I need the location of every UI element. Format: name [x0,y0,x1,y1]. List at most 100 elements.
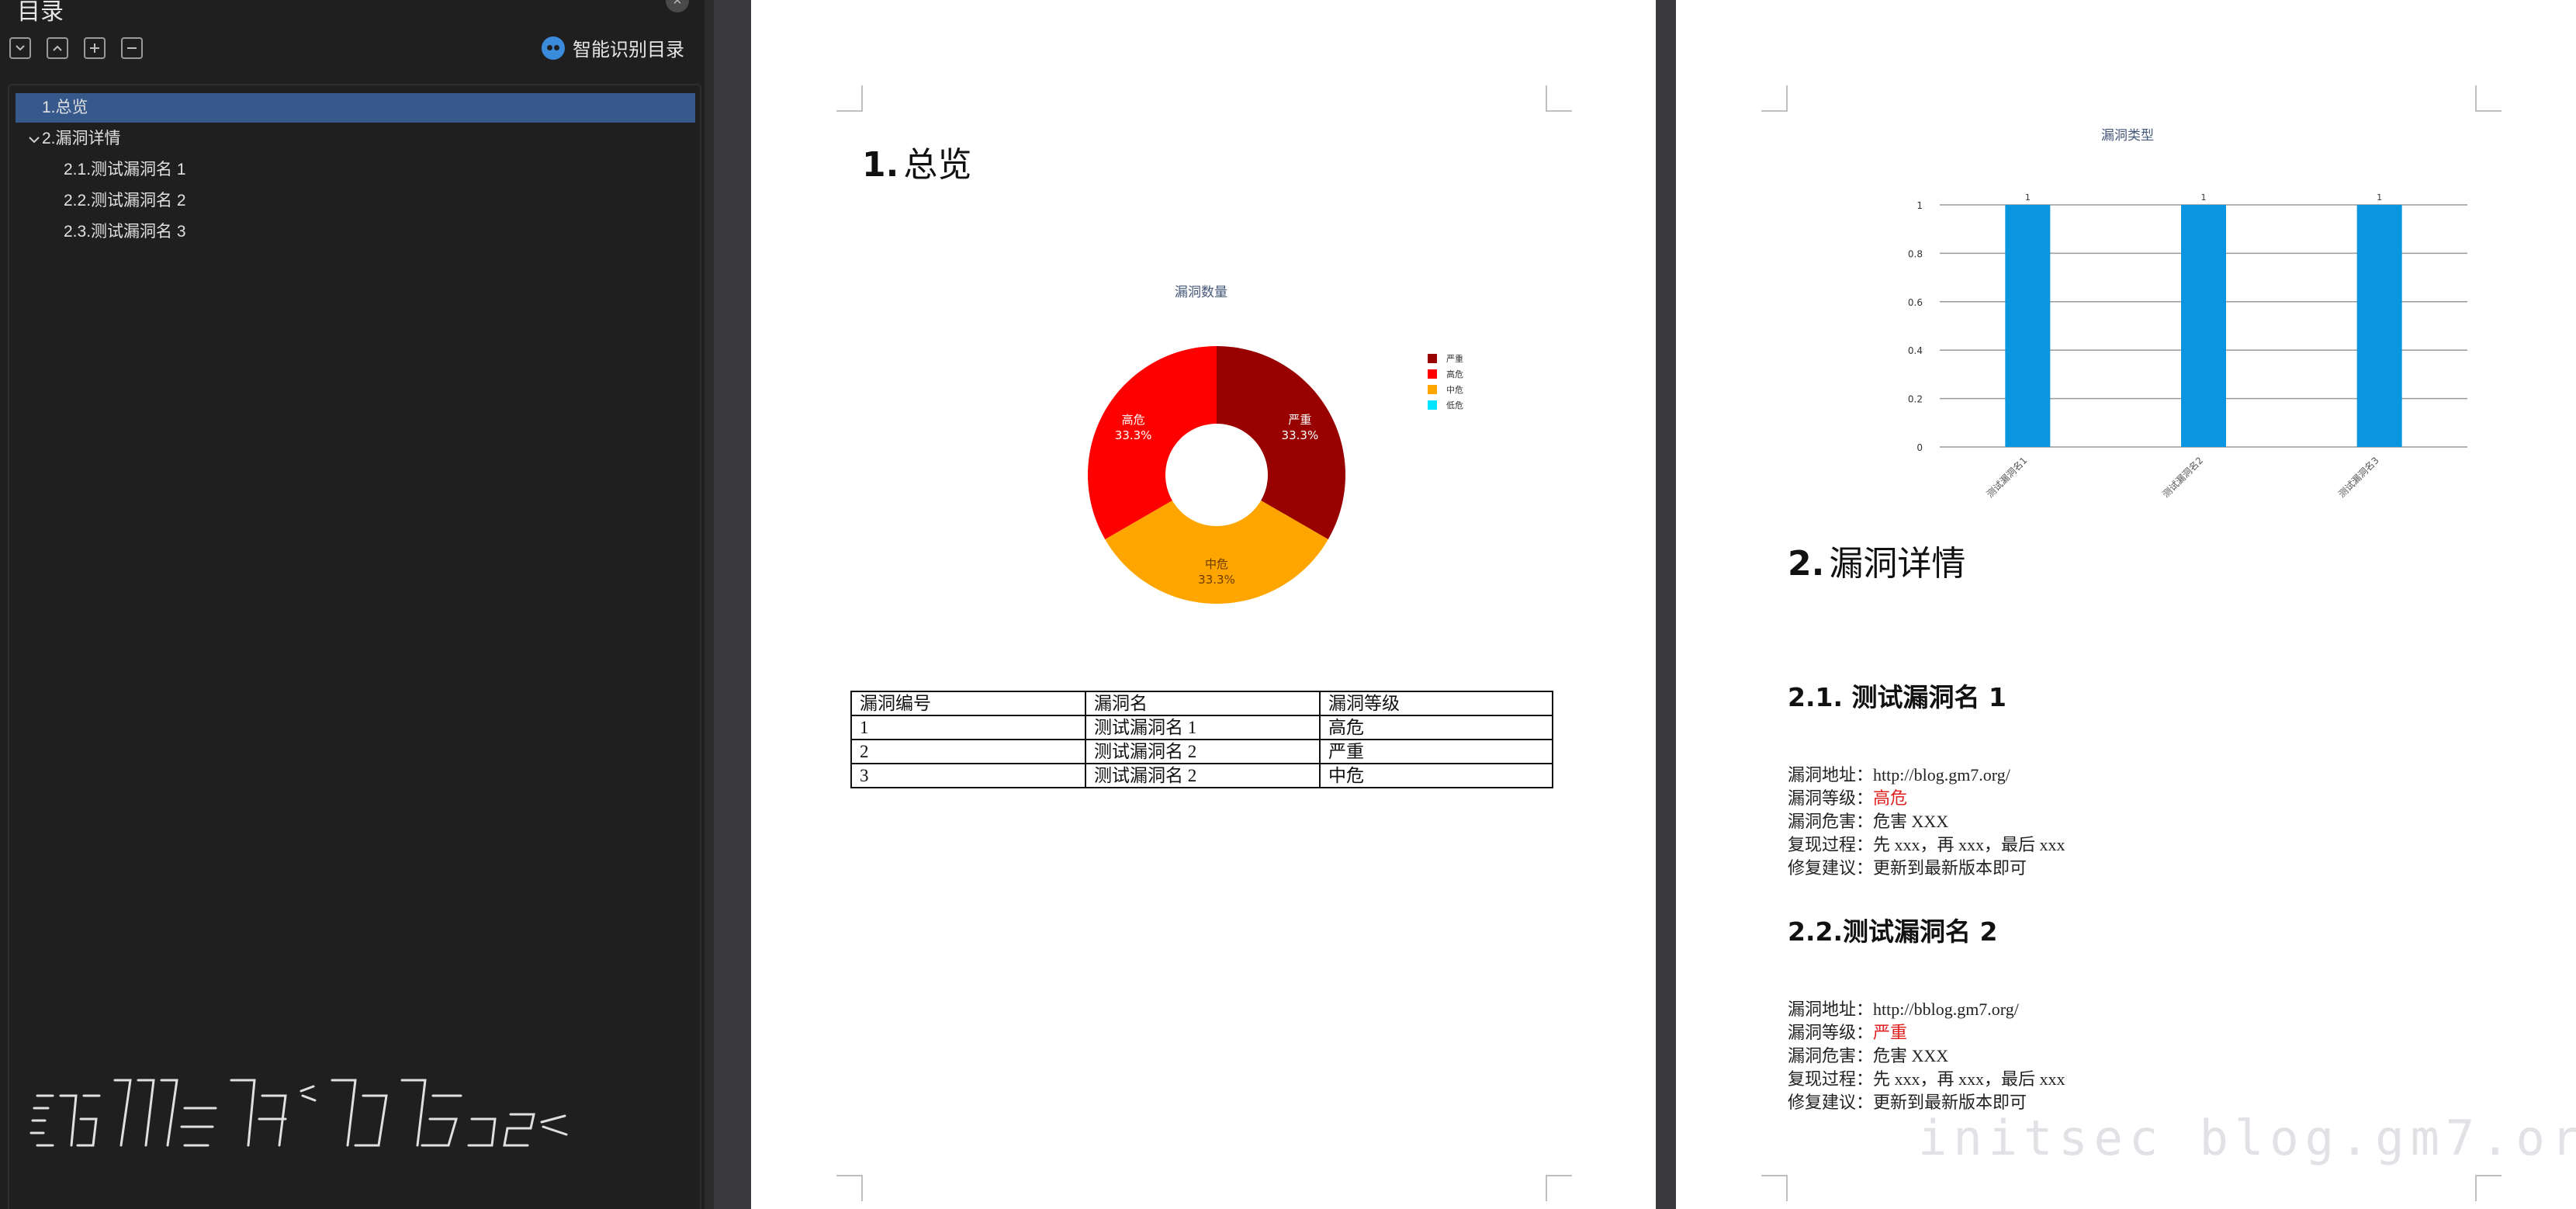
detail-label: 复现过程： [1788,835,1874,854]
detail-row-harm: 漏洞危害：危害 XXX [1788,1044,2065,1068]
detail-value: 危害 XXX [1873,812,1949,831]
table-header-cell: 漏洞编号 [850,691,1086,716]
table-header-cell: 漏洞名 [1085,691,1321,716]
bar [2181,205,2226,447]
table-row: 1 测试漏洞名 1 高危 [850,715,1553,740]
y-tick-label: 0.2 [1908,394,1923,405]
smart-toc-button[interactable]: 智能识别目录 [542,34,684,61]
toc-item-vuln-2[interactable]: 2.2.测试漏洞名 2 [16,186,695,216]
detail-row-level: 漏洞等级：高危 [1788,787,2065,810]
detail-row-level: 漏洞等级：严重 [1788,1021,2065,1044]
sidebar-title: 目录 [17,0,64,25]
chevron-down-icon[interactable] [26,132,42,147]
x-tick-label: 测试漏洞名1 [1984,455,2029,500]
vuln-url-link[interactable]: http://blog.gm7.org/ [1873,765,2010,785]
crop-mark [1761,1175,1788,1201]
toc-item-overview[interactable]: 1.总览 [16,93,695,123]
legend-item-medium[interactable]: 中危 [1428,382,1463,397]
legend-label: 低危 [1446,401,1463,411]
section-heading-details: 2. 漏洞详情 [1788,535,1965,585]
y-tick-label: 0.8 [1908,248,1923,259]
pie-chart: 严重 33.3% 中危 33.3% 高危 33.3% [1088,346,1345,604]
bar [2356,205,2402,447]
x-tick-label: 测试漏洞名2 [2160,455,2205,500]
detail-value: 先 xxx，再 xxx，最后 xxx [1873,835,2065,854]
page-heading-overview: 1. 总览 [862,137,971,186]
table-cell: 高危 [1319,715,1553,740]
detail-label: 修复建议： [1788,1093,1874,1112]
minus-icon[interactable] [121,37,143,59]
legend-swatch [1428,385,1437,394]
subheading-vuln-2: 2.2.测试漏洞名 2 [1788,916,1998,947]
detail-value: 危害 XXX [1873,1046,1949,1065]
sidebar-toolbar [9,37,143,59]
detail-row-repro: 复现过程：先 xxx，再 xxx，最后 xxx [1788,1068,2065,1091]
table-header-row: 漏洞编号 漏洞名 漏洞等级 [850,691,1553,716]
pie-value-medium: 33.3% [1198,573,1235,587]
vulnerability-table: 漏洞编号 漏洞名 漏洞等级 1 测试漏洞名 1 高危 2 测试漏洞名 2 严重 … [850,691,1553,788]
ascii-art-logo [29,1079,568,1147]
toc-item-label: 1.总览 [42,99,88,116]
detail-row-harm: 漏洞危害：危害 XXX [1788,810,2065,833]
legend-item-critical[interactable]: 严重 [1428,351,1463,366]
watermark: initsec blog.gm7.org [1918,1110,2576,1166]
legend-label: 严重 [1446,355,1463,364]
detail-label: 漏洞地址： [1788,765,1874,785]
bar-data-label: 1 [2025,192,2031,203]
legend-item-high[interactable]: 高危 [1428,366,1463,382]
detail-label: 漏洞危害： [1788,1046,1874,1065]
collapse-all-icon[interactable] [9,37,31,59]
plus-icon[interactable] [84,37,106,59]
pie-slice-critical [1217,346,1345,539]
table-row: 2 测试漏洞名 2 严重 [850,739,1553,764]
smart-toc-label: 智能识别目录 [573,40,684,61]
legend-swatch [1428,369,1437,379]
detail-label: 修复建议： [1788,858,1874,878]
toc-item-details[interactable]: 2.漏洞详情 [16,124,695,154]
legend-label: 中危 [1446,386,1463,395]
heading-text: 总览 [903,145,972,185]
heading-text: 漏洞详情 [1829,544,1966,584]
crop-mark [2475,1175,2502,1201]
table-row: 3 测试漏洞名 2 中危 [850,763,1553,788]
pie-value-high: 33.3% [1115,428,1152,442]
expand-all-icon[interactable] [47,37,68,59]
detail-value: 先 xxx，再 xxx，最后 xxx [1873,1069,2065,1089]
y-tick-label: 0.4 [1908,345,1923,356]
severity-value: 严重 [1873,1023,1908,1042]
bar [2005,205,2051,447]
sidebar-divider[interactable] [705,0,714,1209]
table-cell: 中危 [1319,763,1553,788]
vuln-url-link[interactable]: http://bblog.gm7.org/ [1873,999,2019,1019]
toc-item-label: 2.漏洞详情 [42,130,121,147]
close-icon[interactable]: × [666,0,689,12]
crop-mark [836,85,863,112]
table-cell: 测试漏洞名 2 [1085,763,1321,788]
vuln-2-details: 漏洞地址：http://bblog.gm7.org/ 漏洞等级：严重 漏洞危害：… [1788,998,2065,1114]
crop-mark [1761,85,1788,112]
detail-label: 漏洞危害： [1788,812,1874,831]
bar-data-label: 1 [2377,192,2382,203]
toc-panel: 1.总览 2.漏洞详情 2.1.测试漏洞名 1 2.2.测试漏洞名 2 2.3.… [8,84,701,1209]
detail-value: 更新到最新版本即可 [1873,858,2027,878]
toc-item-label: 2.1.测试漏洞名 1 [64,161,186,178]
detail-row-fix: 修复建议：更新到最新版本即可 [1788,857,2065,880]
table-header-cell: 漏洞等级 [1319,691,1553,716]
pie-label-critical: 严重 [1288,413,1311,427]
table-cell: 测试漏洞名 2 [1085,739,1321,764]
document-page-1: 1. 总览 漏洞数量 严重 33.3% 中危 33.3% 高危 33.3% 严重 … [751,0,1656,1209]
legend-swatch [1428,354,1437,363]
toc-item-vuln-1[interactable]: 2.1.测试漏洞名 1 [16,155,695,185]
vuln-1-details: 漏洞地址：http://blog.gm7.org/ 漏洞等级：高危 漏洞危害：危… [1788,764,2065,880]
toc-item-vuln-3[interactable]: 2.3.测试漏洞名 3 [16,217,695,247]
legend-item-low[interactable]: 低危 [1428,397,1463,413]
y-tick-label: 0.6 [1908,297,1923,308]
heading-number: 2. [1788,544,1825,584]
pie-chart-title: 漏洞数量 [1175,285,1227,300]
bar-chart: 0 0.2 0.4 0.6 0.8 1 1 测试漏洞名1 1 测试漏洞名2 1 测试漏洞名3 [1908,192,2467,500]
crop-mark [1546,1175,1572,1201]
crop-mark [2475,85,2502,112]
document-page-2: 漏洞类型 0 0.2 0.4 0.6 0.8 1 1 测试漏洞名1 1 测试漏洞名2 1 测试漏洞名3… [1676,0,2576,1209]
detail-label: 漏洞地址： [1788,999,1874,1019]
y-tick-label: 0 [1916,442,1923,453]
